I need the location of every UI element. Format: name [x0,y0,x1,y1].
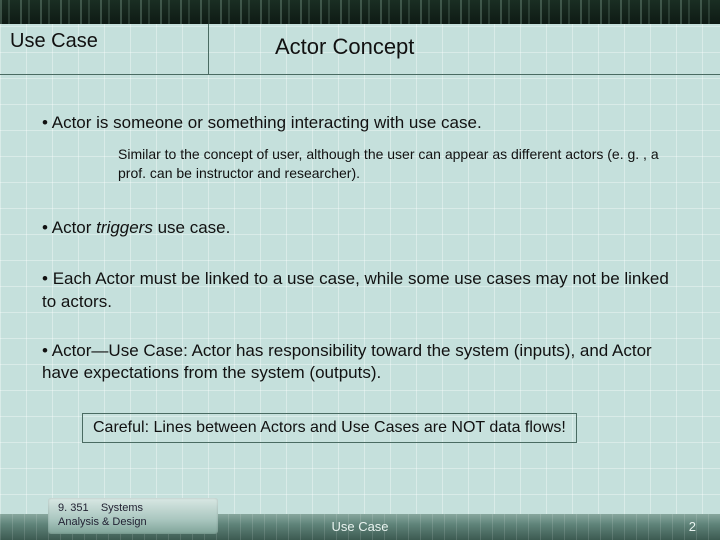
bullet-2-suffix: use case. [153,218,231,237]
header-horizontal-divider [0,74,720,75]
footer-course-name: Systems [101,502,143,514]
bullet-3: Each Actor must be linked to a use case,… [42,268,678,314]
bullet-2: Actor triggers use case. [42,217,678,240]
footer-page-number: 2 [689,519,696,534]
slide-content: Actor is someone or something interactin… [0,90,720,490]
bullet-2-prefix: Actor [52,218,96,237]
bullet-1-subtext: Similar to the concept of user, although… [118,145,678,183]
bullet-4: Actor—Use Case: Actor has responsibility… [42,340,678,386]
top-decoration-strip [0,0,720,24]
bullet-1: Actor is someone or something interactin… [42,112,678,135]
footer-course-code: 9. 351 [58,502,89,514]
slide-header: Use Case Actor Concept [0,24,720,80]
footer-center-text: Use Case [331,519,388,534]
footer-course-line2: Analysis & Design [58,516,147,528]
header-vertical-divider [208,24,209,74]
footer-course-box: 9. 351 Systems Analysis & Design [48,498,218,534]
slide-footer: 9. 351 Systems Analysis & Design Use Cas… [0,490,720,540]
careful-note-box: Careful: Lines between Actors and Use Ca… [82,413,577,443]
header-center-title: Actor Concept [275,34,414,60]
header-left-title: Use Case [10,30,98,53]
bullet-2-emphasis: triggers [96,218,153,237]
